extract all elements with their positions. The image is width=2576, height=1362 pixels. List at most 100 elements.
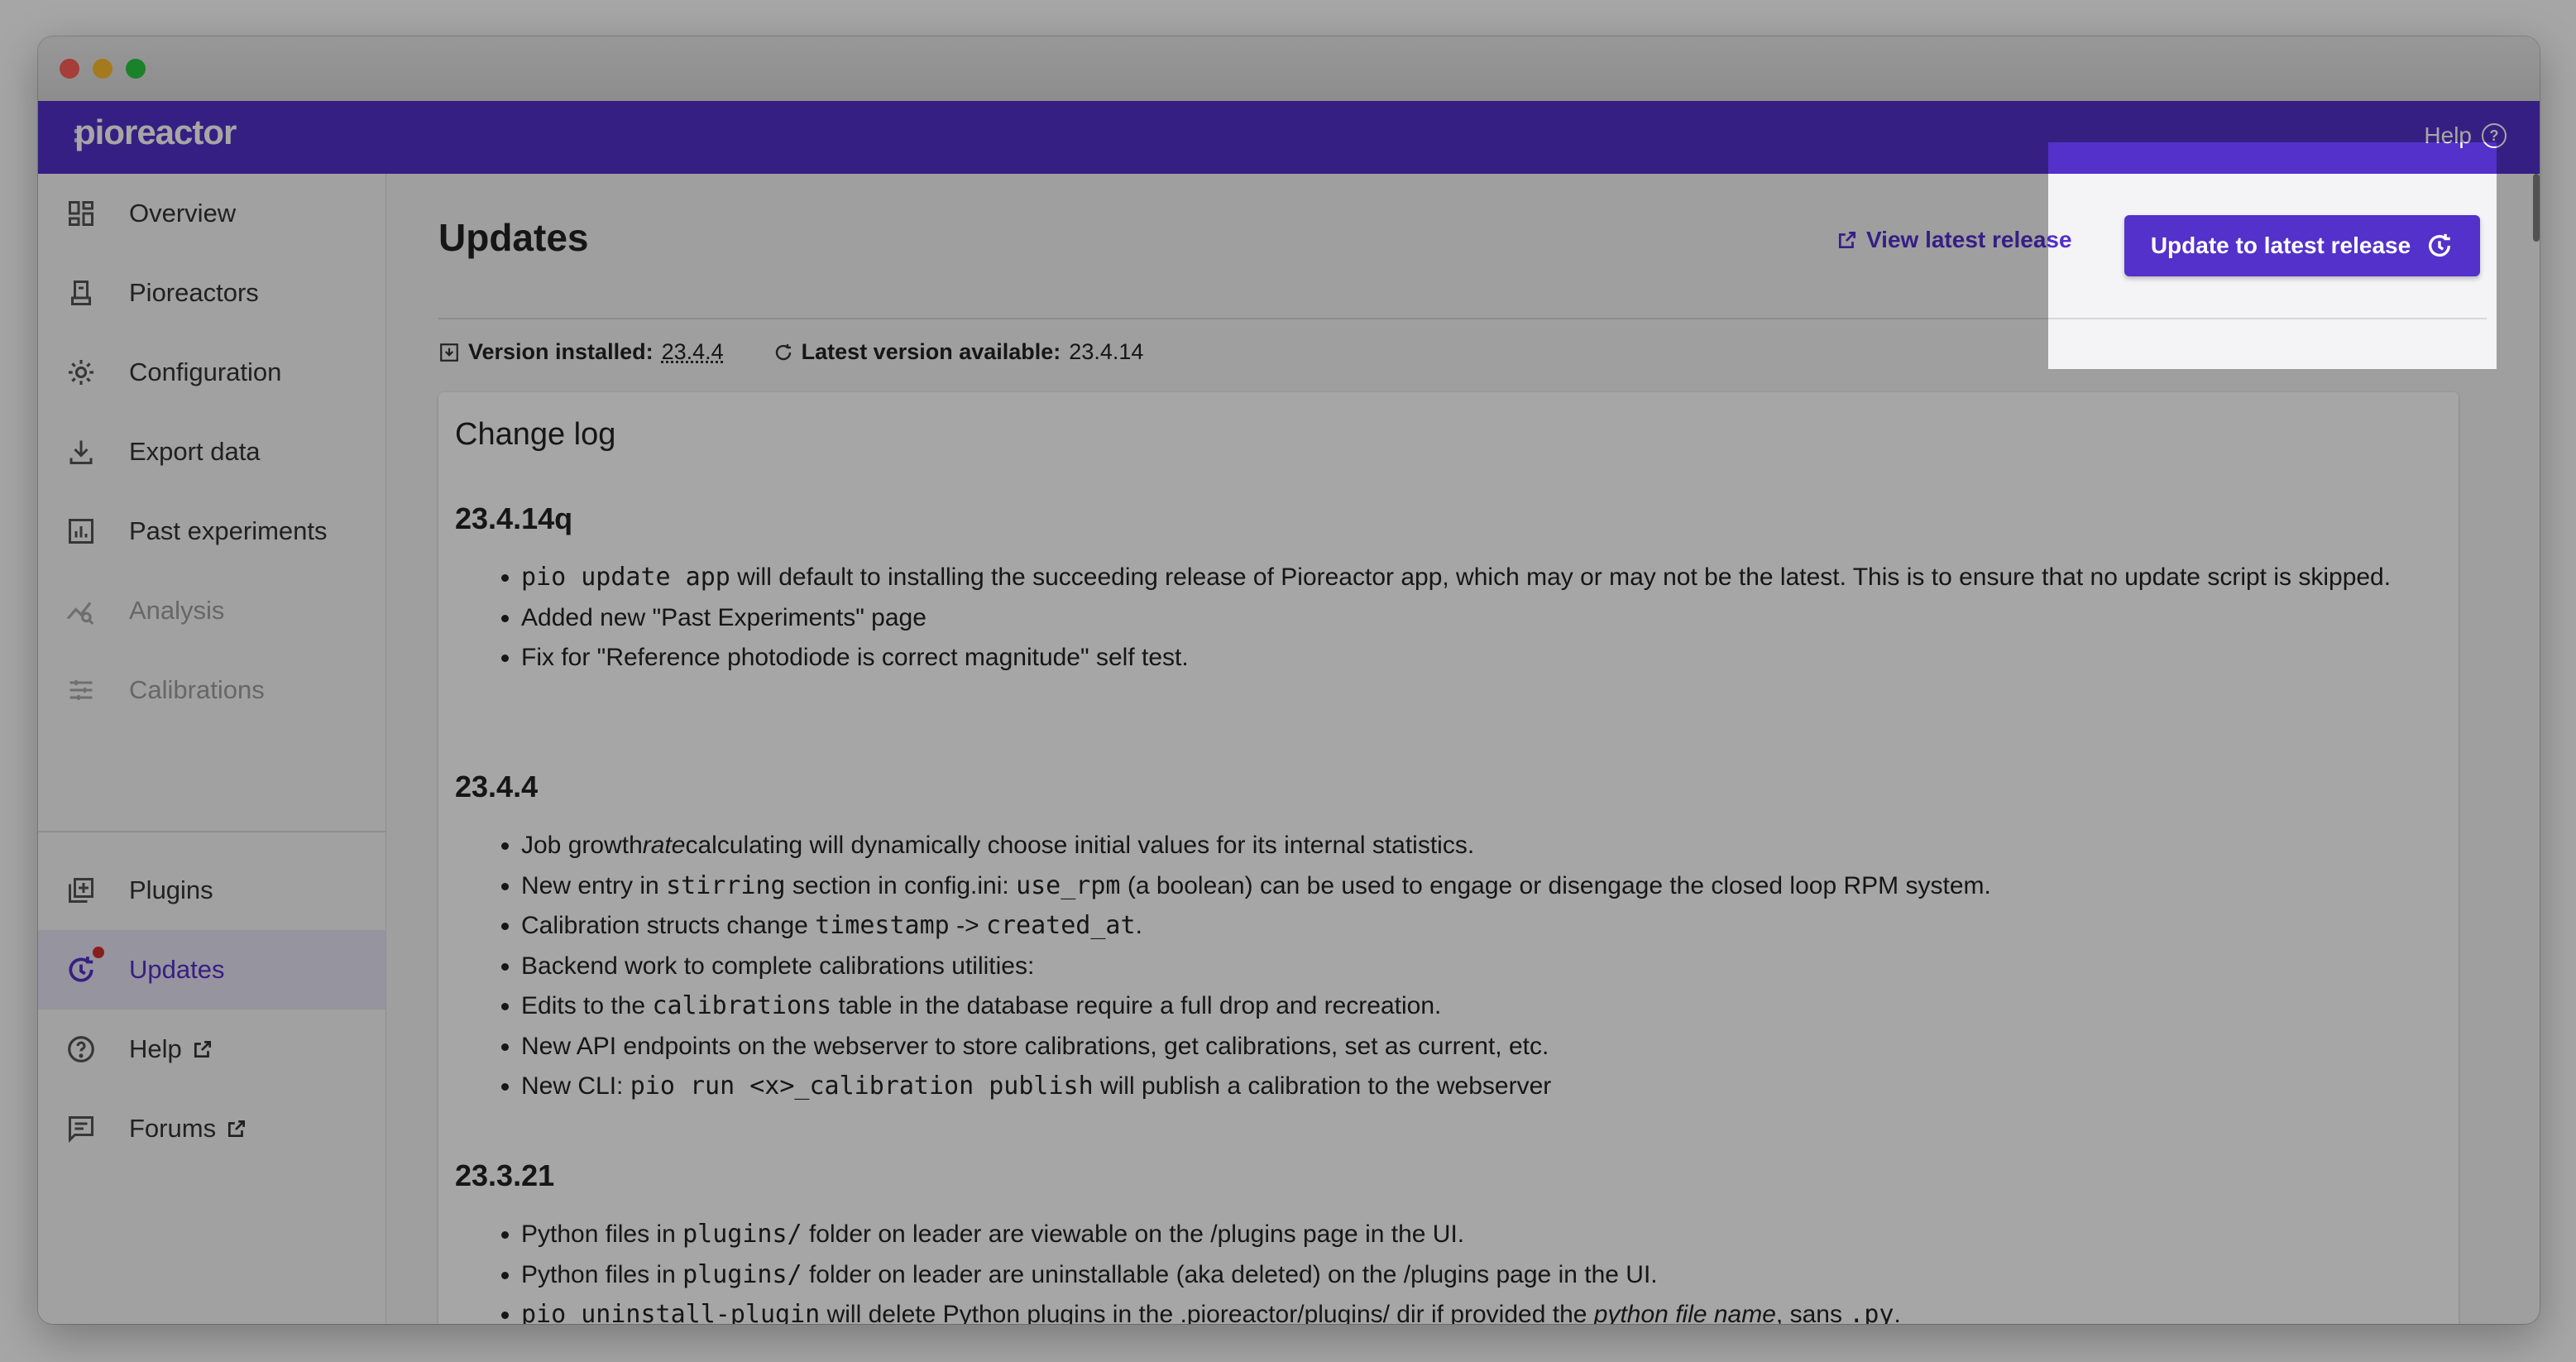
view-latest-release-label: View latest release [1866, 227, 2072, 252]
list-item-text: Python files in [521, 1260, 683, 1288]
view-latest-release-link[interactable]: View latest release [1836, 227, 2072, 253]
list-item-text: folder on leader are viewable on the /pl… [802, 1221, 1465, 1248]
sidebar-item-export-data[interactable]: Export data [38, 412, 385, 492]
list-item-text: will publish a calibration to the webser… [1093, 1072, 1552, 1100]
list-item: Fix for "Reference photodiode is correct… [521, 638, 2473, 679]
download-icon [65, 435, 98, 468]
sidebar-item-label: Calibrations [129, 675, 265, 704]
update-icon [775, 343, 791, 360]
sidebar-divider [38, 831, 385, 832]
sliders-icon [65, 674, 98, 707]
sidebar-item-updates[interactable]: Updates [38, 930, 385, 1010]
header-help-label: Help [2424, 122, 2472, 148]
list-item: Python files in plugins/ folder on leade… [521, 1255, 2473, 1296]
version-installed-label: Version installed: [468, 339, 654, 364]
app-window: pioreactor Help ? Overview Pioreactors C… [38, 36, 2540, 1324]
gear-icon [65, 356, 98, 389]
sidebar-item-forums[interactable]: Forums [38, 1089, 385, 1168]
sidebar-item-label: Updates [129, 955, 225, 984]
latest-version-label: Latest version available: [801, 339, 1061, 364]
minimize-window-button[interactable] [93, 59, 113, 79]
list-item-emphasis: rate [642, 832, 686, 859]
sidebar-item-label: Help [129, 1034, 182, 1063]
list-item-text: Edits to the [521, 992, 653, 1019]
release-version-heading: 23.3.21 [455, 1158, 555, 1192]
list-item: Job growthratecalculating will dynamical… [521, 826, 2473, 866]
update-icon [2429, 233, 2451, 257]
list-item-text: . [1135, 912, 1142, 939]
sidebar-item-past-experiments[interactable]: Past experiments [38, 492, 385, 571]
header-divider [438, 318, 2487, 319]
list-item: New API endpoints on the webserver to st… [521, 1027, 2473, 1067]
changelog-card: Change log 23.4.14q pio update app will … [438, 392, 2459, 1324]
sidebar-item-configuration[interactable]: Configuration [38, 333, 385, 412]
list-item: pio uninstall-plugin will delete Python … [521, 1295, 2473, 1324]
list-item: Backend work to complete calibrations ut… [521, 947, 2473, 987]
external-link-icon [194, 1040, 211, 1058]
header-help-link[interactable]: Help ? [2424, 122, 2507, 149]
sidebar-item-help[interactable]: Help [38, 1010, 385, 1089]
code-snippet: pio run <x>_calibration publish [630, 1072, 1094, 1101]
sidebar-item-label: Pioreactors [129, 278, 259, 307]
sidebar-item-label-wrap: Forums [129, 1112, 247, 1145]
code-snippet: plugins/ [682, 1259, 802, 1289]
list-item: New entry in stirring section in config.… [521, 866, 2473, 907]
sidebar-item-analysis[interactable]: Analysis [38, 571, 385, 650]
code-snippet: use_rpm [1016, 870, 1121, 900]
sidebar-item-label: Overview [129, 199, 237, 228]
scrollbar-thumb[interactable] [2533, 174, 2540, 242]
grid-icon [65, 197, 98, 230]
release-notes-list: Job growthratecalculating will dynamical… [455, 826, 2473, 1107]
sidebar-item-overview[interactable]: Overview [38, 174, 385, 253]
pioreactor-logo[interactable]: pioreactor [74, 113, 237, 152]
list-item-text: will delete Python plugins in the .piore… [820, 1301, 1594, 1324]
sidebar-item-pioreactors[interactable]: Pioreactors [38, 253, 385, 333]
list-item-text: . [1894, 1301, 1901, 1324]
zoom-window-button[interactable] [126, 59, 146, 79]
list-item: New CLI: pio run <x>_calibration publish… [521, 1067, 2473, 1107]
release-version-heading: 23.4.4 [455, 770, 539, 803]
list-item: Calibration structs change timestamp -> … [521, 906, 2473, 947]
release-notes-list: pio update app will default to installin… [455, 558, 2473, 679]
external-link-icon [228, 1120, 246, 1138]
sidebar-item-label-wrap: Help [129, 1033, 213, 1066]
window-titlebar [38, 36, 2540, 102]
version-installed-value[interactable]: 23.4.4 [662, 339, 724, 365]
code-snippet: stirring [666, 870, 786, 900]
list-item-text: -> [949, 912, 986, 939]
sidebar-item-label: Export data [129, 437, 261, 466]
sidebar-item-label: Forums [129, 1114, 217, 1143]
update-badge [93, 947, 104, 958]
list-item: Added new "Past Experiments" page [521, 598, 2473, 639]
sidebar-item-plugins[interactable]: Plugins [38, 851, 385, 930]
sidebar: Overview Pioreactors Configuration Expor… [38, 174, 386, 1324]
list-item-text: calculating will dynamically choose init… [685, 832, 1475, 859]
latest-version-value: 23.4.14 [1069, 339, 1144, 364]
changelog-title: Change log [455, 417, 616, 452]
release-version-heading: 23.4.14q [455, 501, 573, 535]
list-item-text: Calibration structs change [521, 912, 816, 939]
list-item-text: will default to installing the succeedin… [730, 564, 2392, 591]
code-snippet: created_at [985, 911, 1136, 940]
app-header: pioreactor Help ? [38, 101, 2540, 174]
version-info: Version installed: 23.4.4 Latest version… [438, 339, 1143, 365]
close-window-button[interactable] [60, 59, 79, 79]
list-item-text: Python files in [521, 1221, 683, 1248]
code-snippet: timestamp [815, 911, 950, 940]
list-item-text: section in config.ini: [785, 871, 1017, 899]
page-title: Updates [438, 216, 589, 259]
external-link-icon [1838, 231, 1856, 249]
list-item: Edits to the calibrations table in the d… [521, 986, 2473, 1027]
list-item-text: folder on leader are uninstallable (aka … [802, 1260, 1658, 1288]
sidebar-item-label: Plugins [129, 875, 213, 904]
sidebar-item-calibrations[interactable]: Calibrations [38, 650, 385, 730]
update-to-latest-release-button[interactable]: Update to latest release [2124, 215, 2480, 276]
analysis-icon [65, 594, 98, 627]
update-icon [65, 953, 98, 986]
installed-icon [440, 343, 458, 362]
add-box-icon [65, 874, 98, 907]
sidebar-item-label: Analysis [129, 596, 225, 625]
help-circle-icon [65, 1033, 98, 1066]
help-circle-icon: ? [2482, 123, 2507, 148]
list-item-text: (a boolean) can be used to engage or dis… [1120, 871, 1991, 899]
